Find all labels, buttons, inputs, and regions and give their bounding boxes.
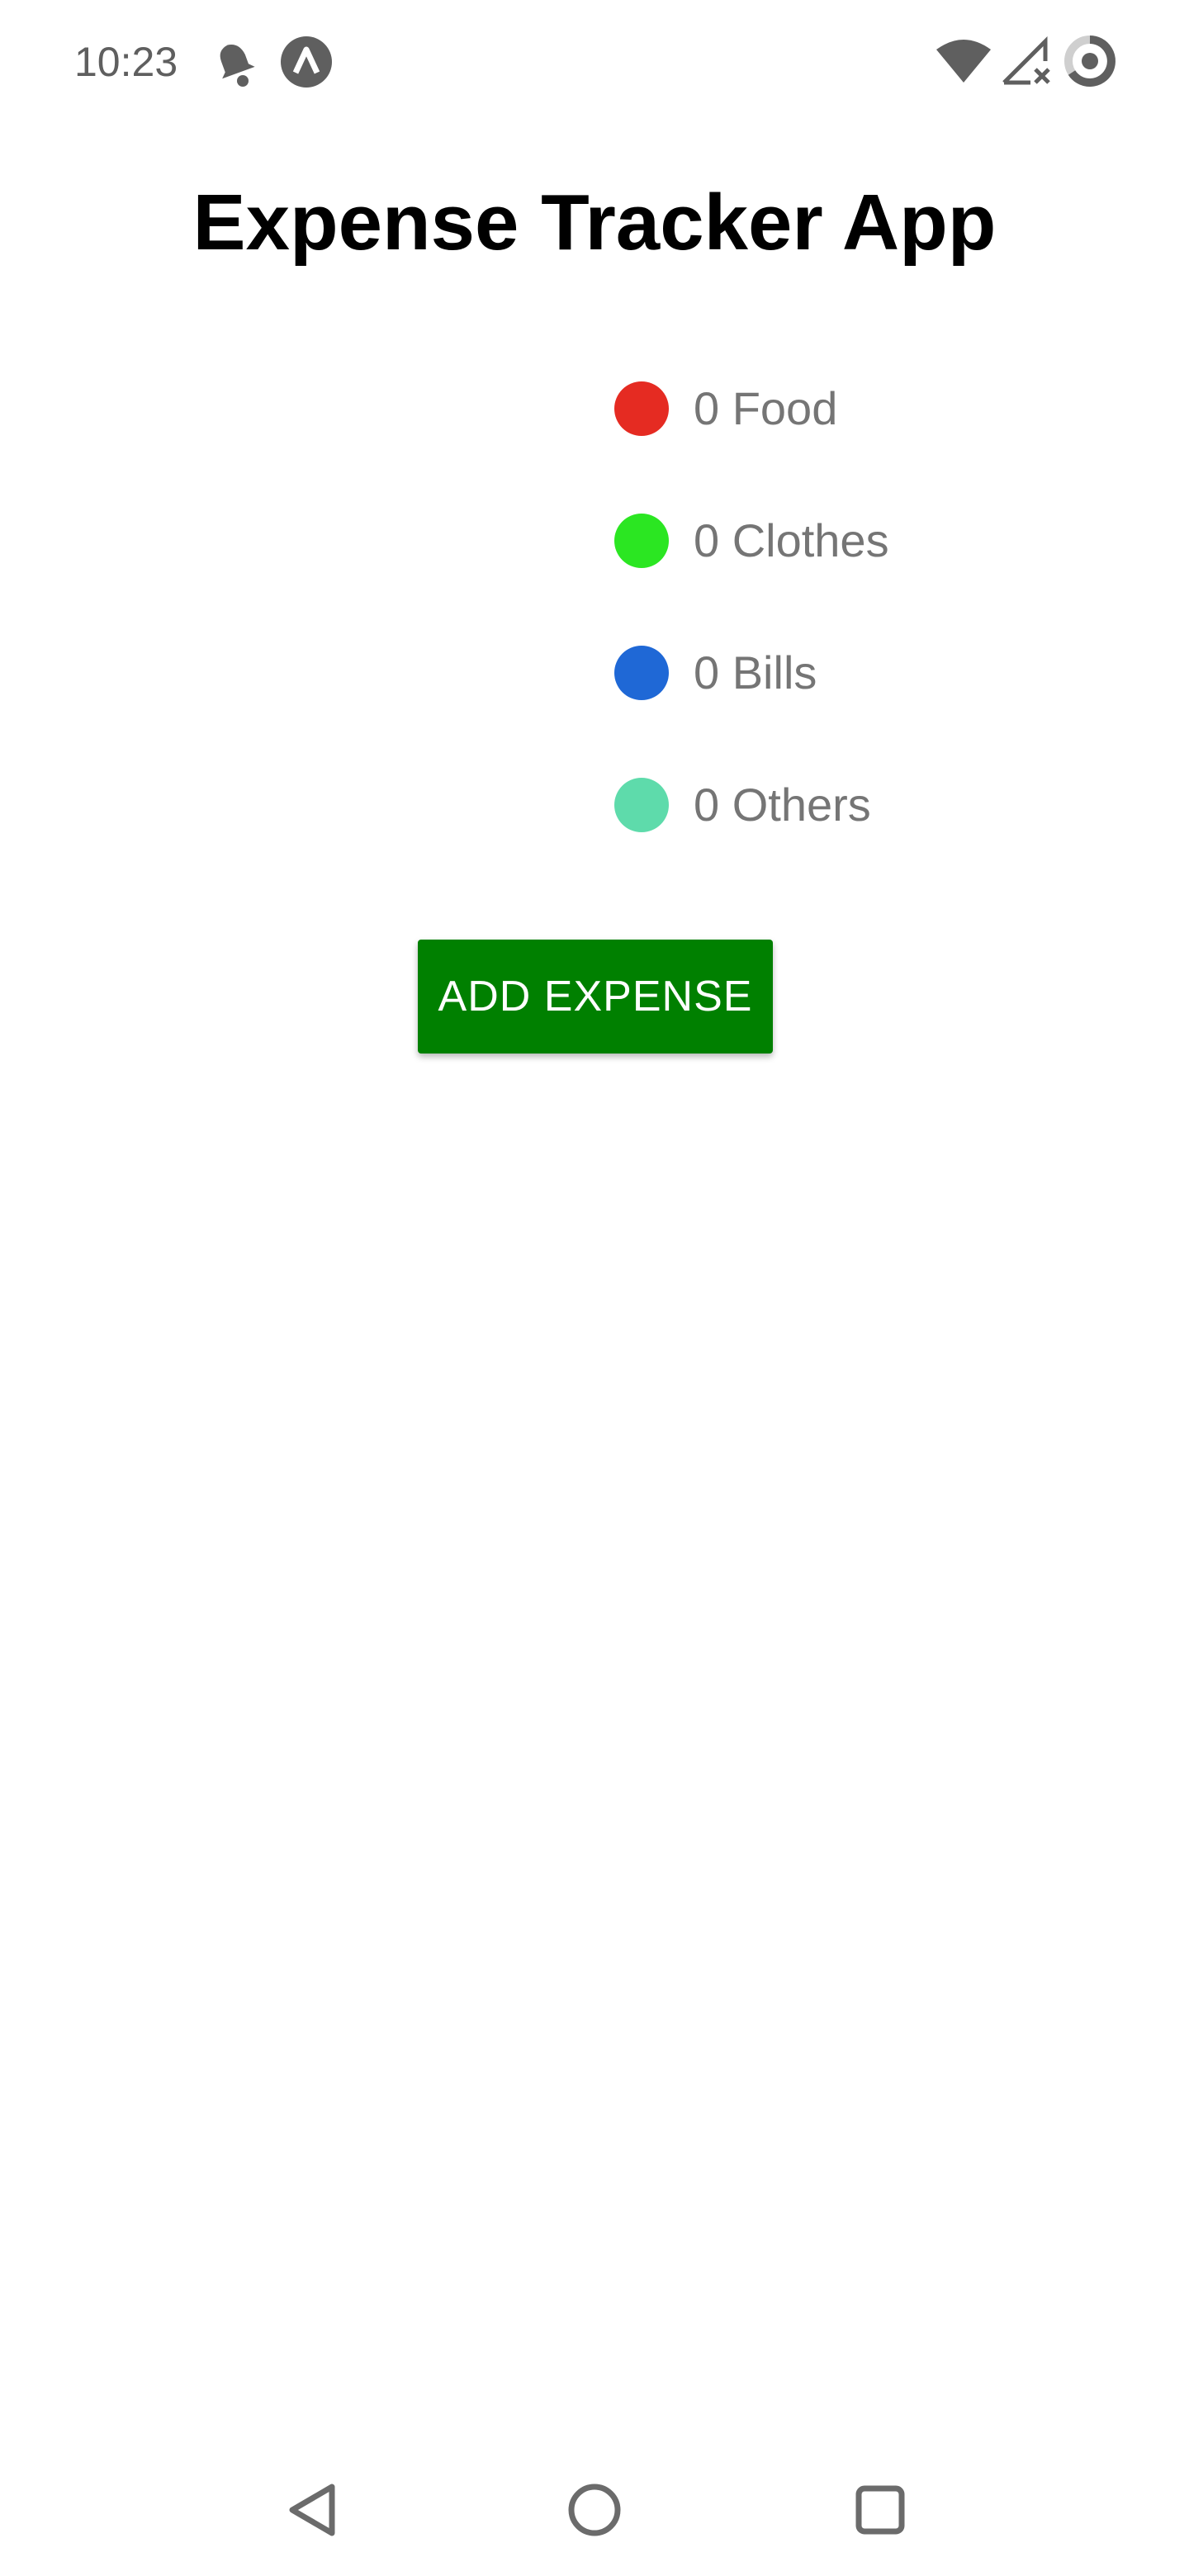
legend-label-clothes: 0 Clothes (694, 514, 889, 566)
legend-item-bills: 0 Bills (614, 627, 1126, 760)
legend-label-bills: 0 Bills (694, 646, 817, 698)
legend-item-food: 0 Food (614, 363, 1126, 495)
food-color-dot (614, 381, 669, 436)
home-circle-icon[interactable] (545, 2460, 644, 2559)
legend-item-others: 0 Others (614, 760, 1126, 892)
back-triangle-icon[interactable] (261, 2460, 360, 2559)
wifi-icon (936, 40, 991, 83)
legend-label-food: 0 Food (694, 382, 838, 434)
legend-item-clothes: 0 Clothes (614, 495, 1126, 627)
status-bar: 10:23 (0, 0, 1189, 124)
battery-ring-icon (1064, 36, 1116, 87)
status-time: 10:23 (74, 39, 178, 85)
clothes-color-dot (614, 514, 669, 568)
notification-bell-icon (220, 45, 255, 87)
add-expense-button[interactable]: ADD EXPENSE (418, 940, 773, 1054)
legend-label-others: 0 Others (694, 779, 871, 831)
page-title: Expense Tracker App (192, 178, 997, 267)
app-logo-icon (281, 36, 332, 88)
expense-legend: 0 Food 0 Clothes 0 Bills 0 Others (614, 363, 1126, 892)
bills-color-dot (614, 646, 669, 700)
signal-icon (1002, 36, 1050, 85)
others-color-dot (614, 778, 669, 832)
navigation-bar (0, 2444, 1189, 2576)
recents-square-icon[interactable] (831, 2460, 930, 2559)
